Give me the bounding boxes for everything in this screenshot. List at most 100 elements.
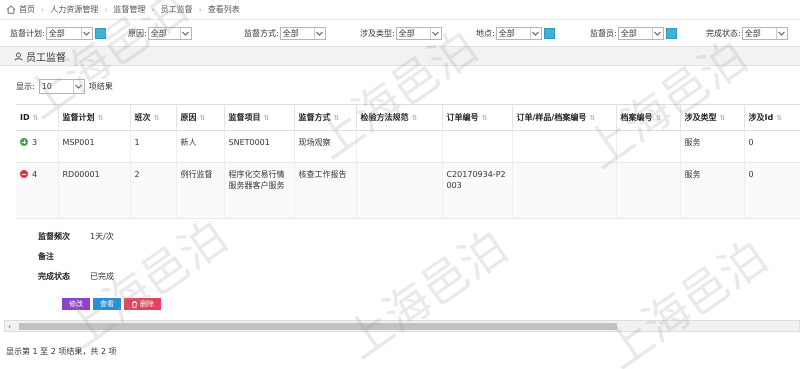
location-select[interactable]: 全部 — [495, 26, 542, 40]
sort-icon: ⇅ — [97, 114, 104, 122]
select-value: 全部 — [744, 28, 761, 38]
row-actions: 修改 查看 删除 — [62, 298, 161, 310]
col-header-reason[interactable]: 原因 ⇅ — [176, 104, 225, 131]
chevron-down-icon — [529, 27, 541, 39]
chevron-down-icon — [80, 27, 92, 39]
col-header-order-sample[interactable]: 订单/样品/档案编号 ⇅ — [512, 104, 617, 131]
filter-reason: 原因: 全部 — [128, 24, 192, 42]
trash-icon — [132, 300, 137, 308]
cell-archive — [616, 162, 681, 219]
select-value: 全部 — [398, 28, 415, 38]
col-header-shift[interactable]: 班次 ⇅ — [130, 104, 177, 131]
view-button[interactable]: 查看 — [93, 298, 121, 310]
chevron-down-icon — [179, 27, 191, 39]
status-select[interactable]: 全部 — [741, 26, 788, 40]
cell-id: 4 — [16, 162, 59, 219]
cell-shift: 1 — [130, 130, 177, 163]
breadcrumb-hr[interactable]: 人力资源管理 — [50, 4, 98, 15]
cell-spec — [356, 130, 443, 163]
col-header-type[interactable]: 涉及类型 ⇅ — [680, 104, 745, 131]
detail-note: 备注 — [16, 246, 316, 266]
cell-order — [442, 130, 513, 163]
cell-method: 现场观察 — [294, 130, 357, 163]
colon: : — [32, 81, 35, 91]
col-header-item[interactable]: 监督项目 ⇅ — [224, 104, 295, 131]
cell-order-sample — [512, 162, 617, 219]
sort-icon: ⇅ — [153, 114, 160, 122]
method-select[interactable]: 全部 — [279, 26, 326, 40]
col-header-plan[interactable]: 监督计划 ⇅ — [58, 104, 131, 131]
watermark-text: 上海邑泊 — [595, 229, 777, 369]
col-header-method[interactable]: 监督方式 ⇅ — [294, 104, 357, 131]
cell-id: 3 — [16, 130, 59, 163]
col-header-spec[interactable]: 检验方法规范 ⇅ — [356, 104, 443, 131]
select-value: 全部 — [150, 28, 167, 38]
detail-label: 备注 — [38, 251, 54, 261]
cell-order-sample — [512, 130, 617, 163]
location-filter-button[interactable] — [543, 27, 555, 39]
sort-icon: ⇅ — [411, 114, 418, 122]
header-label: 原因 — [180, 113, 197, 122]
filter-label: 地点: — [476, 28, 495, 38]
col-header-related-id[interactable]: 涉及Id ⇅ — [744, 104, 800, 131]
breadcrumb-home[interactable]: 首页 — [19, 4, 35, 15]
collapse-row-icon[interactable] — [20, 170, 28, 178]
select-value: 全部 — [282, 28, 299, 38]
plan-select[interactable]: 全部 — [45, 26, 93, 40]
cell-plan: MSP001 — [58, 130, 131, 163]
table-row[interactable]: 4 RD00001 2 例行监督 程序化交易行情服务器客户服务 核查工作报告 C… — [16, 162, 800, 219]
filter-method: 监督方式: 全部 — [244, 24, 326, 42]
pagination-info: 显示第 1 至 2 项结果，共 2 项 — [6, 347, 117, 356]
breadcrumb-separator: › — [41, 5, 45, 14]
scrollbar-thumb[interactable] — [19, 323, 617, 330]
header-label: 监督方式 — [298, 113, 331, 122]
page-size-suffix: 项结果 — [88, 81, 113, 91]
header-label: ID — [20, 113, 30, 122]
supervisor-select[interactable]: 全部 — [617, 26, 664, 40]
sort-icon: ⇅ — [776, 114, 783, 122]
breadcrumb-supervision[interactable]: 监督管理 — [113, 4, 145, 15]
expand-row-icon[interactable] — [20, 138, 28, 146]
data-table: ID ⇅ 监督计划 ⇅ 班次 ⇅ 原因 ⇅ 监督项目 ⇅ 监督方式 ⇅ 检验方法规范 ⇅ 订单… — [16, 104, 800, 219]
cell-item: SNET0001 — [224, 130, 295, 163]
breadcrumb-employee-supervision[interactable]: 员工监督 — [161, 4, 193, 15]
cell-related-id: 0 — [744, 162, 800, 219]
col-header-order[interactable]: 订单编号 ⇅ — [442, 104, 513, 131]
cell-type: 服务 — [680, 130, 745, 163]
select-value: 10 — [41, 81, 52, 91]
scroll-left-icon[interactable]: ‹ — [8, 322, 11, 331]
cell-archive — [616, 130, 681, 163]
filter-label: 监督计划: — [10, 28, 45, 38]
header-label: 档案编号 — [620, 113, 653, 122]
filter-label: 监督员: — [590, 28, 617, 38]
reason-select[interactable]: 全部 — [147, 26, 192, 40]
header-label: 监督计划 — [62, 113, 95, 122]
cell-reason: 例行监督 — [176, 162, 225, 219]
breadcrumb-separator: › — [198, 5, 202, 14]
filter-location: 地点: 全部 — [476, 24, 555, 42]
col-header-id[interactable]: ID ⇅ — [16, 104, 59, 131]
edit-button[interactable]: 修改 — [62, 298, 90, 310]
breadcrumb: 首页 › 人力资源管理 › 监督管理 › 员工监督 › 查看列表 — [0, 0, 800, 20]
cell-order: C20170934-P2003 — [442, 162, 513, 219]
sort-icon: ⇅ — [481, 114, 488, 122]
select-value: 全部 — [498, 28, 515, 38]
page-size-prefix: 显示 — [16, 81, 32, 91]
type-select[interactable]: 全部 — [395, 26, 442, 40]
cell-plan: RD00001 — [58, 162, 131, 219]
supervisor-filter-button[interactable] — [665, 27, 677, 39]
breadcrumb-separator: › — [151, 5, 155, 14]
page-size-control: 显示: 10 项结果 — [16, 78, 113, 94]
home-icon[interactable] — [6, 5, 16, 14]
horizontal-scrollbar[interactable]: ‹ — [4, 320, 800, 332]
page-size-select[interactable]: 10 — [38, 78, 85, 94]
section-header: 员工监督 — [0, 46, 800, 66]
filter-label: 完成状态: — [706, 28, 741, 38]
col-header-archive[interactable]: 档案编号 ⇅ — [616, 104, 681, 131]
header-label: 检验方法规范 — [360, 113, 409, 122]
delete-button[interactable]: 删除 — [124, 298, 161, 310]
table-row[interactable]: 3 MSP001 1 新人 SNET0001 现场观察 服务 0 — [16, 130, 800, 163]
watermark-text: 上海邑泊 — [335, 219, 517, 369]
chevron-down-icon — [313, 27, 325, 39]
plan-filter-button[interactable] — [94, 27, 106, 39]
